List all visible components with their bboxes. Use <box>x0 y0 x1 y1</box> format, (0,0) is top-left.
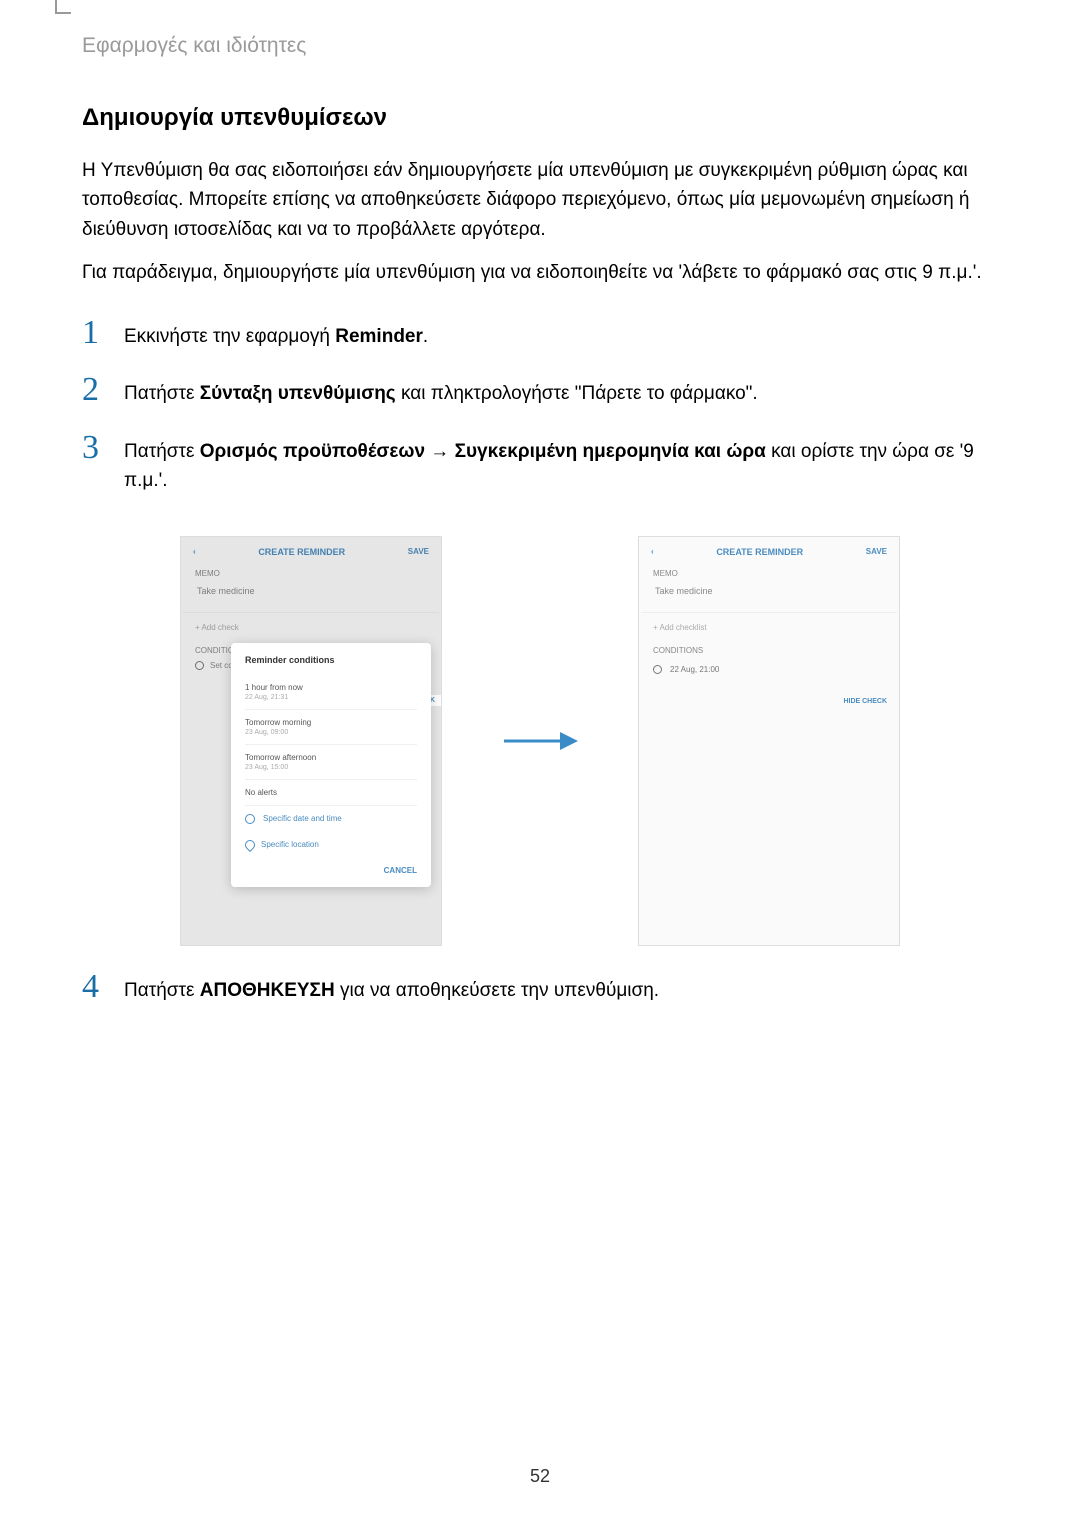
step-pre: Πατήστε <box>124 441 200 462</box>
step-bold: ΑΠΟΘΗΚΕΥΣΗ <box>200 980 335 1001</box>
save-button[interactable]: SAVE <box>866 547 887 556</box>
hide-check-label[interactable]: HIDE CHECK <box>639 682 899 705</box>
arrow-right-icon <box>502 729 578 753</box>
page-heading: Δημιουργία υπενθυμίσεων <box>82 104 998 156</box>
phone-mockup-right: ‹ CREATE REMINDER SAVE MEMO Take medicin… <box>638 536 900 946</box>
conditions-popup: Reminder conditions 1 hour from now 22 A… <box>231 643 431 887</box>
popup-item-sub: 22 Aug, 21:31 <box>245 692 417 701</box>
step-pre: Εκκινήστε την εφαρμογή <box>124 326 335 347</box>
step-text: Εκκινήστε την εφαρμογή Reminder. <box>124 316 428 351</box>
step-text: Πατήστε Ορισμός προϋποθέσεων → Συγκεκριμ… <box>124 431 998 496</box>
popup-cancel-button[interactable]: CANCEL <box>245 858 417 875</box>
step-text: Πατήστε Σύνταξη υπενθύμισης και πληκτρολ… <box>124 373 758 408</box>
step-number: 4 <box>82 970 124 1004</box>
phone-mockup-left: ‹ CREATE REMINDER SAVE MEMO Take medicin… <box>180 536 442 946</box>
back-icon[interactable]: ‹ <box>651 547 654 556</box>
paragraph-2: Για παράδειγμα, δημιουργήστε μία υπενθύμ… <box>82 258 998 301</box>
popup-item-title: No alerts <box>245 788 417 797</box>
steps-list: 1 Εκκινήστε την εφαρμογή Reminder. 2 Πατ… <box>82 302 998 518</box>
step-text: Πατήστε ΑΠΟΘΗΚΕΥΣΗ για να αποθηκεύσετε τ… <box>124 970 659 1005</box>
phone-title: CREATE REMINDER <box>716 547 803 557</box>
popup-option-tomorrow-afternoon[interactable]: Tomorrow afternoon 23 Aug, 15:00 <box>245 745 417 780</box>
datetime-value: 22 Aug, 21:00 <box>670 665 719 674</box>
step-number: 3 <box>82 431 124 465</box>
step-2: 2 Πατήστε Σύνταξη υπενθύμισης και πληκτρ… <box>82 373 998 430</box>
section-header: Εφαρμογές και ιδιότητες <box>82 0 998 104</box>
popup-item-title: Tomorrow morning <box>245 718 417 727</box>
step-pre: Πατήστε <box>124 383 200 404</box>
popup-specific-date-time[interactable]: Specific date and time <box>245 806 417 832</box>
reminder-text-input[interactable]: Take medicine <box>641 584 897 613</box>
popup-link-label: Specific date and time <box>263 814 342 823</box>
step-number: 2 <box>82 373 124 407</box>
step-bold: Reminder <box>335 326 423 347</box>
step-pre: Πατήστε <box>124 980 200 1001</box>
page-tab-border-h <box>55 12 71 14</box>
clock-icon <box>245 814 255 824</box>
popup-option-tomorrow-morning[interactable]: Tomorrow morning 23 Aug, 09:00 <box>245 710 417 745</box>
steps-list-continued: 4 Πατήστε ΑΠΟΘΗΚΕΥΣΗ για να αποθηκεύσετε… <box>82 956 998 1027</box>
step-1: 1 Εκκινήστε την εφαρμογή Reminder. <box>82 316 998 373</box>
step-number: 1 <box>82 316 124 350</box>
memo-label: MEMO <box>639 563 899 584</box>
popup-specific-location[interactable]: Specific location <box>245 832 417 858</box>
popup-option-no-alerts[interactable]: No alerts <box>245 780 417 806</box>
step-bold-2: Συγκεκριμένη ημερομηνία και ώρα <box>455 441 766 462</box>
popup-item-sub: 23 Aug, 15:00 <box>245 762 417 771</box>
location-pin-icon <box>245 840 253 850</box>
add-checklist[interactable]: + Add checklist <box>639 613 899 636</box>
step-bold: Σύνταξη υπενθύμισης <box>200 383 396 404</box>
page-number: 52 <box>0 1466 1080 1487</box>
step-post: και πληκτρολογήστε "Πάρετε το φάρμακο". <box>396 383 758 404</box>
clock-icon <box>653 665 662 674</box>
popup-item-title: Tomorrow afternoon <box>245 753 417 762</box>
step-4: 4 Πατήστε ΑΠΟΘΗΚΕΥΣΗ για να αποθηκεύσετε… <box>82 970 998 1027</box>
page-content: Εφαρμογές και ιδιότητες Δημιουργία υπενθ… <box>0 0 1080 1527</box>
step-post: για να αποθηκεύσετε την υπενθύμιση. <box>335 980 659 1001</box>
popup-link-label: Specific location <box>261 840 319 849</box>
step-post: . <box>423 326 428 347</box>
phone-header: ‹ CREATE REMINDER SAVE <box>639 537 899 563</box>
popup-item-title: 1 hour from now <box>245 683 417 692</box>
popup-option-1hour[interactable]: 1 hour from now 22 Aug, 21:31 <box>245 675 417 710</box>
step-bold-1: Ορισμός προϋποθέσεων <box>200 441 425 462</box>
popup-item-sub: 23 Aug, 09:00 <box>245 727 417 736</box>
mockup-row: ‹ CREATE REMINDER SAVE MEMO Take medicin… <box>82 518 998 956</box>
paragraph-1: Η Υπενθύμιση θα σας ειδοποιήσει εάν δημι… <box>82 156 998 258</box>
popup-title: Reminder conditions <box>245 655 417 675</box>
datetime-condition[interactable]: 22 Aug, 21:00 <box>639 657 899 682</box>
step-3: 3 Πατήστε Ορισμός προϋποθέσεων → Συγκεκρ… <box>82 431 998 518</box>
step-arrow: → <box>425 441 455 462</box>
conditions-label: CONDITIONS <box>639 636 899 657</box>
